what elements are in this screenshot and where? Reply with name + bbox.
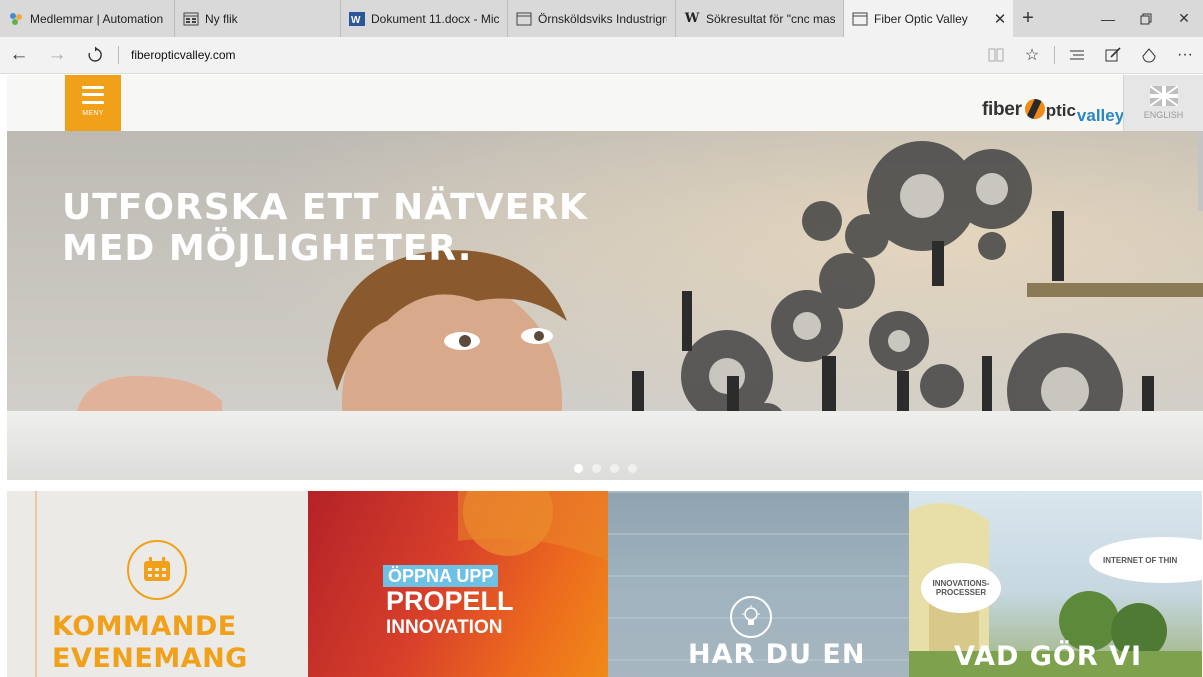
minimize-icon[interactable]: — [1089,0,1127,37]
more-icon[interactable]: ··· [1167,37,1203,74]
feature-tiles: KOMMANDE EVENEMANG ÖPPNA UPP PROPELL INN… [7,491,1203,677]
new-tab-page-icon [183,11,199,27]
close-tab-icon[interactable]: ✕ [987,0,1013,37]
tab-label: Sökresultat för "cnc maski [706,11,835,26]
hero-line1: UTFORSKA ETT NÄTVERK [62,187,588,228]
tile-events-title: KOMMANDE EVENEMANG [52,611,248,674]
window-controls: — ✕ [1089,0,1203,37]
logo-ball-icon [1024,99,1045,119]
refresh-icon[interactable] [76,37,114,74]
hamburger-icon [82,85,104,104]
web-note-icon[interactable] [1095,37,1131,74]
tab-medlemmar[interactable]: Medlemmar | Automation [0,0,175,37]
calendar-icon [127,540,187,600]
menu-button[interactable]: MENY [65,75,121,131]
back-icon[interactable]: ← [0,37,38,74]
propell-title: PROPELL [386,586,514,616]
favorite-star-icon[interactable]: ☆ [1014,37,1050,74]
site-header: MENY fiber ptic valley ENGLISH [7,75,1203,131]
hero-line2: MED MÖJLIGHETER. [62,228,473,269]
tile-idea[interactable]: HAR DU EN [608,491,909,677]
tile-upcoming-events[interactable]: KOMMANDE EVENEMANG [7,491,308,677]
tab-ornskoldsvik[interactable]: Örnsköldsviks Industrigru [508,0,676,37]
logo-optic: ptic [1045,101,1076,120]
toolbar-right: ☆ ··· [978,37,1203,74]
people-icon [8,11,24,27]
tab-label: Fiber Optic Valley [874,11,968,26]
logo-fiber: fiber [982,99,1022,120]
tab-label: Dokument 11.docx - Micro [371,11,499,26]
page-icon [516,11,532,27]
carousel-dot-4[interactable] [628,464,637,473]
hub-icon[interactable] [1059,37,1095,74]
new-tab-button[interactable]: + [1013,0,1043,37]
svg-text:W: W [351,15,361,26]
lightbulb-icon [730,596,772,638]
restore-icon[interactable] [1127,0,1165,37]
tab-fiber-optic-valley[interactable]: Fiber Optic Valley [844,0,987,37]
carousel-dot-1[interactable] [574,464,583,473]
word-icon: W [349,11,365,27]
logo-valley: valley [1076,106,1125,125]
tab-ny-flik[interactable]: Ny flik [175,0,340,37]
carousel-dot-2[interactable] [592,464,601,473]
forward-icon[interactable]: → [38,37,76,74]
tile-about[interactable]: INNOVATIONS- PROCESSER INTERNET OF THIN … [909,491,1202,677]
tab-strip: Medlemmar | Automation Ny flik W Dokumen… [0,0,1203,37]
tile-propell[interactable]: ÖPPNA UPP PROPELL INNOVATION [308,491,608,677]
page-scrollbar[interactable] [1198,131,1203,211]
menu-label: MENY [82,109,104,117]
uk-flag-icon [1149,86,1178,106]
hero-banner[interactable]: UTFORSKA ETT NÄTVERK MED MÖJLIGHETER. [7,131,1203,480]
tile-about-title: VAD GÖR VI [954,641,1143,672]
language-label: ENGLISH [1143,110,1184,120]
tab-sokresultat[interactable]: W Sökresultat för "cnc maski [676,0,844,37]
tab-label: Medlemmar | Automation [30,11,164,26]
carousel-dots [574,464,637,473]
language-switch[interactable]: ENGLISH [1123,75,1203,131]
reading-view-icon[interactable] [978,37,1014,74]
bubble-innovations: INNOVATIONS- PROCESSER [921,563,1001,613]
carousel-dot-3[interactable] [610,464,619,473]
close-window-icon[interactable]: ✕ [1165,0,1203,37]
hero-heading: UTFORSKA ETT NÄTVERK MED MÖJLIGHETER. [62,187,588,269]
address-bar: ← → fiberopticvalley.com ☆ ··· [0,37,1203,74]
tile-idea-title: HAR DU EN [688,639,866,670]
propell-badge: ÖPPNA UPP [383,565,499,587]
tab-label: Örnsköldsviks Industrigru [538,11,667,26]
url-field[interactable]: fiberopticvalley.com [131,48,978,62]
toolbar-separator [1054,46,1055,64]
site-logo[interactable]: fiber ptic valley [982,89,1124,125]
share-icon[interactable] [1131,37,1167,74]
page-icon [852,11,868,27]
address-separator [118,46,119,64]
tab-dokument[interactable]: W Dokument 11.docx - Micro [340,0,508,37]
wikipedia-icon: W [684,11,700,26]
tab-label: Ny flik [205,11,238,26]
propell-subtitle: INNOVATION [386,617,503,638]
